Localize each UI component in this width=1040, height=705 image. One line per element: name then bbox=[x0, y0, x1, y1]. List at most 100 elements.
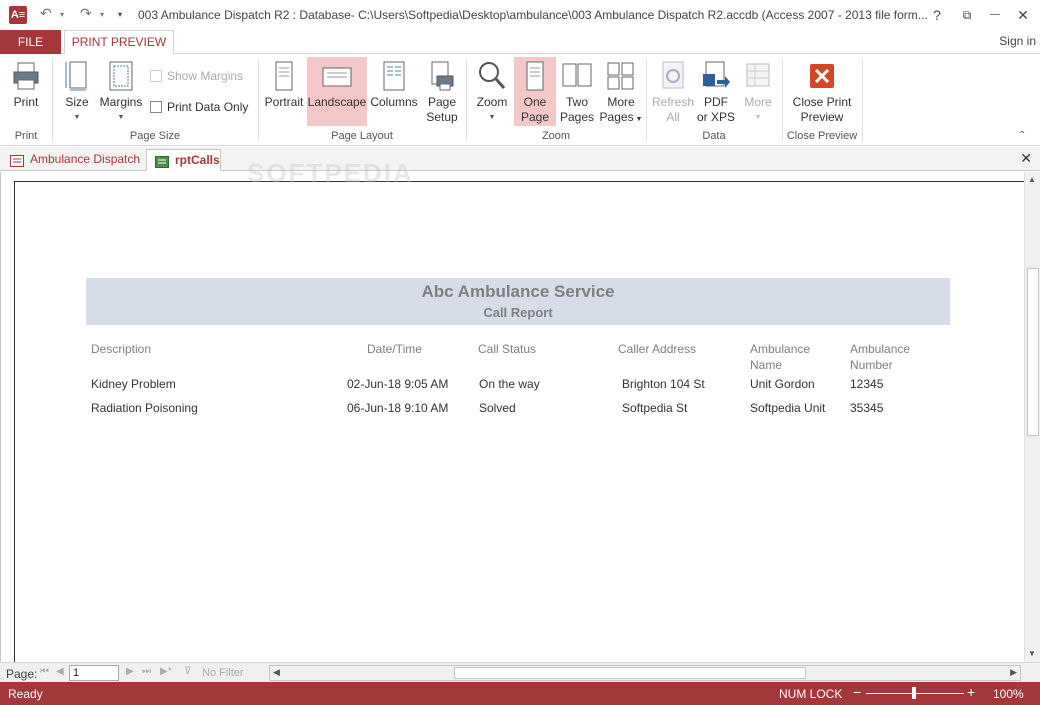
print-button[interactable]: Print bbox=[6, 60, 46, 126]
print-data-only-checkbox[interactable]: Print Data Only bbox=[150, 100, 248, 114]
table-row-cell: Brighton 104 St bbox=[622, 377, 705, 391]
report-icon bbox=[155, 154, 169, 168]
two-pages-icon bbox=[562, 60, 592, 92]
vertical-scrollbar[interactable]: ▲ ▼ bbox=[1024, 172, 1040, 662]
doc-tab-rptcalls[interactable]: rptCalls bbox=[146, 149, 221, 171]
status-ready: Ready bbox=[8, 687, 43, 701]
softpedia-watermark: SOFTPEDIA bbox=[247, 158, 414, 188]
close-preview-label-1: Close Print bbox=[792, 95, 852, 109]
file-tab[interactable]: FILE bbox=[0, 30, 61, 54]
ribbon-display-options-icon[interactable]: ⧉ bbox=[952, 4, 982, 26]
table-row-cell: Softpedia Unit bbox=[750, 401, 826, 415]
zoom-slider-thumb[interactable] bbox=[912, 687, 916, 699]
sign-in-link[interactable]: Sign in bbox=[999, 34, 1036, 48]
portrait-button[interactable]: Portrait bbox=[262, 60, 306, 126]
close-document-icon[interactable]: ✕ bbox=[1020, 150, 1032, 167]
scroll-down-icon[interactable]: ▼ bbox=[1028, 649, 1036, 658]
zoom-label: Zoom bbox=[476, 95, 508, 109]
landscape-label: Landscape bbox=[307, 95, 367, 109]
column-header-date-time: Date/Time bbox=[367, 342, 422, 356]
zoom-button[interactable]: Zoom ▼ bbox=[472, 60, 512, 130]
show-margins-label: Show Margins bbox=[167, 69, 244, 83]
collapse-ribbon-icon[interactable]: ⌃ bbox=[1018, 130, 1026, 141]
show-margins-checkbox[interactable]: Show Margins bbox=[150, 69, 243, 83]
print-preview-tab[interactable]: PRINT PREVIEW bbox=[64, 30, 174, 55]
print-data-only-box bbox=[150, 101, 162, 113]
more-pages-button[interactable]: More Pages ▼ bbox=[599, 60, 643, 130]
data-group-label: Data bbox=[702, 130, 726, 142]
first-page-icon[interactable]: ⏮ bbox=[40, 666, 49, 677]
ribbon-tab-row: FILE PRINT PREVIEW Sign in bbox=[0, 30, 1040, 55]
more-data-icon bbox=[743, 60, 773, 92]
more-data-button[interactable]: More ▼ bbox=[739, 60, 777, 130]
size-button[interactable]: Size ▼ bbox=[58, 60, 96, 130]
undo-icon[interactable]: ↶ bbox=[40, 5, 52, 22]
pdf-xps-button[interactable]: PDF or XPS bbox=[696, 60, 736, 130]
horizontal-scroll-thumb[interactable] bbox=[454, 667, 806, 679]
undo-dropdown-icon[interactable]: ▾ bbox=[60, 10, 64, 19]
landscape-button[interactable]: Landscape bbox=[307, 57, 367, 126]
page-size-group-label: Page Size bbox=[129, 130, 181, 142]
columns-icon bbox=[379, 60, 409, 92]
filter-icon: ⊽ bbox=[184, 666, 192, 677]
last-page-icon[interactable]: ⏭ bbox=[142, 666, 151, 677]
column-header-ambulance-number: Ambulance Number bbox=[850, 342, 911, 372]
margins-dropdown-icon: ▼ bbox=[117, 114, 125, 121]
no-filter-button[interactable]: No Filter bbox=[202, 667, 244, 679]
one-page-button[interactable]: One Page bbox=[514, 57, 556, 126]
refresh-icon bbox=[658, 60, 688, 92]
portrait-icon bbox=[269, 60, 299, 92]
magnifier-icon bbox=[477, 60, 507, 92]
redo-dropdown-icon[interactable]: ▾ bbox=[100, 10, 104, 19]
new-record-icon[interactable]: ▶* bbox=[160, 666, 172, 677]
one-page-label-2: Page bbox=[520, 110, 550, 124]
status-bar: Ready NUM LOCK − + 100% bbox=[0, 682, 1040, 705]
ribbon: Print Print Size ▼ Margins ▼ Show Margin… bbox=[0, 54, 1040, 146]
page-number-input[interactable]: 1 bbox=[69, 665, 119, 681]
two-pages-label-2: Pages bbox=[559, 110, 595, 124]
close-preview-label-2: Preview bbox=[800, 110, 844, 124]
print-preview-area[interactable]: Abc Ambulance Service Call Report Descri… bbox=[0, 158, 1040, 662]
doc-tab-label: Ambulance Dispatch bbox=[30, 152, 141, 166]
report-page: Abc Ambulance Service Call Report Descri… bbox=[14, 181, 1024, 662]
column-header-description: Description bbox=[91, 342, 152, 356]
close-print-preview-button[interactable]: Close Print Preview bbox=[788, 60, 856, 130]
printer-icon bbox=[11, 60, 41, 92]
refresh-all-button[interactable]: Refresh All bbox=[651, 60, 695, 130]
help-button[interactable]: ? bbox=[922, 4, 952, 26]
report-header: Abc Ambulance Service Call Report bbox=[86, 278, 950, 325]
two-pages-button[interactable]: Two Pages bbox=[557, 60, 597, 130]
horizontal-scrollbar[interactable]: ◀ ▶ bbox=[269, 665, 1021, 681]
vertical-scroll-thumb[interactable] bbox=[1027, 268, 1039, 436]
page-setup-button[interactable]: Page Setup bbox=[422, 60, 462, 130]
more-pages-label-2: Pages bbox=[599, 110, 634, 124]
previous-page-icon[interactable]: ◀ bbox=[56, 666, 64, 677]
page-setup-label-1: Page bbox=[427, 95, 457, 109]
size-dropdown-icon: ▼ bbox=[73, 114, 81, 121]
customize-toolbar-icon[interactable]: ▾ bbox=[118, 10, 122, 19]
document-tabs: Ambulance Dispatch rptCalls ✕ bbox=[0, 147, 1040, 171]
column-header-ambulance-name: Ambulance Name bbox=[750, 342, 811, 372]
more-data-label: More bbox=[744, 95, 772, 109]
scroll-up-icon[interactable]: ▲ bbox=[1028, 175, 1036, 184]
report-subtitle: Call Report bbox=[483, 305, 553, 320]
doc-tab-ambulance-dispatch[interactable]: Ambulance Dispatch bbox=[2, 149, 144, 171]
margins-button[interactable]: Margins ▼ bbox=[98, 60, 144, 130]
landscape-icon bbox=[322, 60, 352, 92]
window-close-button[interactable]: ✕ bbox=[1008, 4, 1038, 26]
access-app-icon[interactable]: A≡ bbox=[9, 6, 27, 24]
zoom-out-icon[interactable]: − bbox=[853, 684, 861, 700]
form-icon bbox=[10, 153, 24, 167]
columns-button[interactable]: Columns bbox=[369, 60, 419, 126]
zoom-percent[interactable]: 100% bbox=[993, 687, 1024, 701]
more-pages-dropdown-icon: ▼ bbox=[633, 116, 643, 123]
zoom-in-icon[interactable]: + bbox=[967, 684, 975, 700]
zoom-group-label: Zoom bbox=[541, 130, 571, 142]
scroll-left-icon[interactable]: ◀ bbox=[273, 667, 280, 678]
redo-icon[interactable]: ↷ bbox=[80, 5, 92, 22]
minimize-button[interactable]: — bbox=[980, 4, 1010, 26]
next-page-icon[interactable]: ▶ bbox=[126, 666, 134, 677]
close-preview-icon bbox=[807, 60, 837, 92]
scroll-right-icon[interactable]: ▶ bbox=[1010, 667, 1017, 678]
group-separator bbox=[862, 58, 863, 142]
